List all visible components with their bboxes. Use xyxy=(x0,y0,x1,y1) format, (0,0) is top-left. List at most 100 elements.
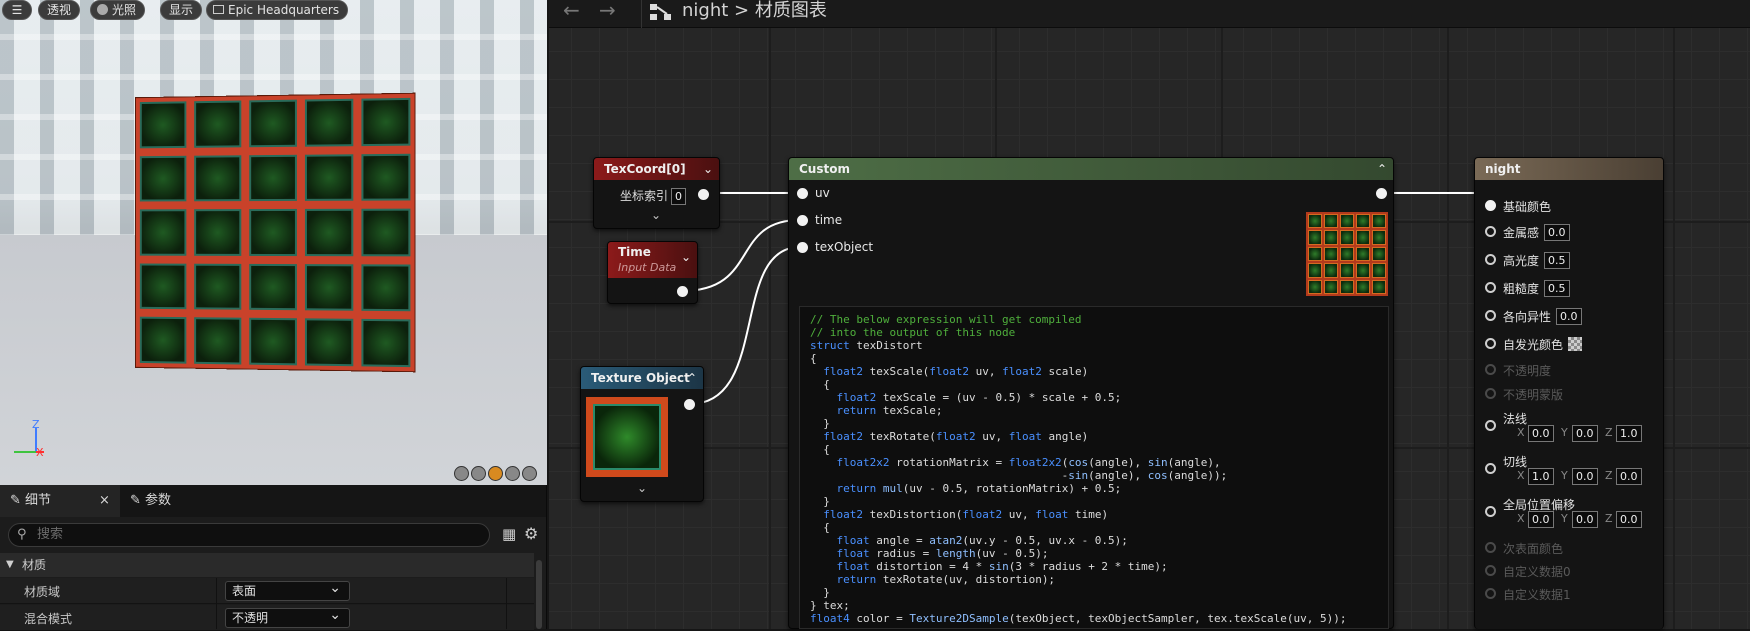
time-output-pin[interactable] xyxy=(677,286,688,297)
result-input-pin[interactable] xyxy=(1485,226,1496,237)
axis-component-value[interactable]: 0.0 xyxy=(1528,425,1554,442)
thumbnail-tile xyxy=(1308,247,1322,261)
chevron-down-icon[interactable]: ⌄ xyxy=(703,158,713,180)
texcoord-node-title: TexCoord[0] xyxy=(604,162,686,176)
time-node-title: Time xyxy=(618,245,651,259)
code-line: float2x2 rotationMatrix = float2x2(cos(a… xyxy=(810,456,1378,469)
axis-component-value[interactable]: 1.0 xyxy=(1616,425,1642,442)
custom-input-pin-time[interactable] xyxy=(797,215,808,226)
result-input-pin[interactable] xyxy=(1485,542,1496,553)
chevron-up-icon[interactable]: ⌃ xyxy=(1377,158,1387,180)
emissive-color-swatch[interactable] xyxy=(1568,337,1582,351)
chevron-down-icon[interactable]: ⌄ xyxy=(651,208,661,222)
code-line: float2 texDistortion(float2 uv, float ti… xyxy=(810,508,1378,521)
thumbnail-tile xyxy=(1356,247,1370,261)
result-input-pin[interactable] xyxy=(1485,420,1496,431)
code-line: struct texDistort xyxy=(810,339,1378,352)
axis-component-value[interactable]: 0.0 xyxy=(1572,511,1598,528)
thumbnail-tile xyxy=(1340,280,1354,294)
axis-component-value[interactable]: 0.0 xyxy=(1616,511,1642,528)
axis-component-value[interactable]: 0.0 xyxy=(1572,468,1598,485)
result-input-pin[interactable] xyxy=(1485,506,1496,517)
result-input-pin[interactable] xyxy=(1485,388,1496,399)
thumbnail-tile xyxy=(1356,263,1370,277)
axis-component-label: Z xyxy=(1605,512,1613,525)
axis-component-value[interactable]: 1.0 xyxy=(1528,468,1554,485)
result-input-pin[interactable] xyxy=(1485,364,1496,375)
code-line: float distortion = 4 * sin(3 * radius + … xyxy=(810,560,1378,573)
chevron-down-icon[interactable]: ⌄ xyxy=(681,250,691,265)
thumbnail-tile xyxy=(1324,214,1338,228)
chevron-down-icon[interactable]: ⌄ xyxy=(637,481,647,495)
axis-component-label: Z xyxy=(1605,469,1613,482)
result-pin-row: 自定义数据1 xyxy=(1475,584,1665,604)
thumbnail-tile xyxy=(1372,280,1386,294)
axis-component-label: X xyxy=(1517,512,1525,525)
axis-component-label: Y xyxy=(1561,426,1568,439)
result-node-title: night xyxy=(1485,162,1521,176)
result-pin-label: 切线 xyxy=(1503,453,1527,470)
code-line: } xyxy=(810,417,1378,430)
thumbnail-tile xyxy=(1372,214,1386,228)
custom-input-pin-texobject[interactable] xyxy=(797,242,808,253)
result-pin-row: 全局位置偏移 X 0.0 Y 0.0 Z 0.0 xyxy=(1475,494,1665,534)
axis-component-value[interactable]: 0.0 xyxy=(1572,425,1598,442)
axis-component-label: Y xyxy=(1561,512,1568,525)
result-pin-label: 自定义数据0 xyxy=(1503,563,1571,580)
code-line: return texRotate(uv, distortion); xyxy=(810,573,1378,586)
time-node[interactable]: Time Input Data ⌄ xyxy=(607,241,698,304)
custom-output-pin[interactable] xyxy=(1376,188,1387,199)
thumbnail-tile xyxy=(1372,247,1386,261)
result-input-pin[interactable] xyxy=(1485,310,1496,321)
axis-component-label: Z xyxy=(1605,426,1613,439)
code-line: } xyxy=(810,586,1378,599)
result-pin-value[interactable]: 0.0 xyxy=(1544,224,1570,241)
texcoord-output-pin[interactable] xyxy=(698,189,709,200)
axis-component-value[interactable]: 0.0 xyxy=(1528,511,1554,528)
result-input-pin[interactable] xyxy=(1485,200,1496,211)
texcoord-node[interactable]: TexCoord[0] ⌄ 坐标索引 0 ⌄ xyxy=(593,157,720,229)
texture-thumbnail xyxy=(586,397,668,477)
code-line: return texScale; xyxy=(810,404,1378,417)
result-input-pin[interactable] xyxy=(1485,254,1496,265)
code-line: float2 texRotate(float2 uv, float angle) xyxy=(810,430,1378,443)
result-pin-value[interactable]: 0.5 xyxy=(1544,280,1570,297)
thumbnail-tile xyxy=(1324,280,1338,294)
result-pin-value[interactable]: 0.0 xyxy=(1556,308,1582,325)
custom-input-texobject-label: texObject xyxy=(815,240,873,254)
texture-object-output-pin[interactable] xyxy=(684,399,695,410)
result-pin-label: 自定义数据1 xyxy=(1503,586,1571,603)
result-pin-row: 自发光颜色 xyxy=(1475,334,1665,354)
result-input-pin[interactable] xyxy=(1485,588,1496,599)
code-line: { xyxy=(810,352,1378,365)
code-line: } tex; xyxy=(810,599,1378,612)
thumbnail-tile xyxy=(1356,214,1370,228)
result-pin-value[interactable]: 0.5 xyxy=(1544,252,1570,269)
texcoord-param: 坐标索引 0 xyxy=(620,187,686,205)
result-pin-label: 各向异性 xyxy=(1503,308,1551,325)
result-input-pin[interactable] xyxy=(1485,463,1496,474)
texture-object-node-header: Texture Object ⌃ xyxy=(581,367,703,389)
axis-component-value[interactable]: 0.0 xyxy=(1616,468,1642,485)
thumbnail-tile xyxy=(1308,263,1322,277)
result-input-pin[interactable] xyxy=(1485,565,1496,576)
axis-component-label: X xyxy=(1517,426,1525,439)
wire-time xyxy=(682,220,800,291)
thumbnail-tile xyxy=(1356,280,1370,294)
result-input-pin[interactable] xyxy=(1485,282,1496,293)
chevron-up-icon[interactable]: ⌃ xyxy=(687,367,697,389)
coordinate-index-label: 坐标索引 xyxy=(620,189,668,203)
hlsl-code-editor[interactable]: // The below expression will get compile… xyxy=(799,306,1389,629)
result-input-pin[interactable] xyxy=(1485,338,1496,349)
result-node[interactable]: night 基础颜色 金属感 0.0 高光度 0.5 粗糙度 0.5 各向异性 0.0 自发光颜色… xyxy=(1474,157,1664,629)
result-pin-row: 不透明度 xyxy=(1475,360,1665,380)
texture-object-node[interactable]: Texture Object ⌃ ⌄ xyxy=(580,366,704,502)
axis-component-label: Y xyxy=(1561,469,1568,482)
thumbnail-tile xyxy=(1356,230,1370,244)
result-pin-row: 法线 X 0.0 Y 0.0 Z 1.0 xyxy=(1475,408,1665,448)
custom-input-pin-uv[interactable] xyxy=(797,188,808,199)
coordinate-index-value[interactable]: 0 xyxy=(671,188,686,205)
code-line: float2 texScale = (uv - 0.5) * scale + 0… xyxy=(810,391,1378,404)
result-pin-label: 法线 xyxy=(1503,410,1527,427)
time-node-header: Time Input Data ⌄ xyxy=(608,242,697,278)
